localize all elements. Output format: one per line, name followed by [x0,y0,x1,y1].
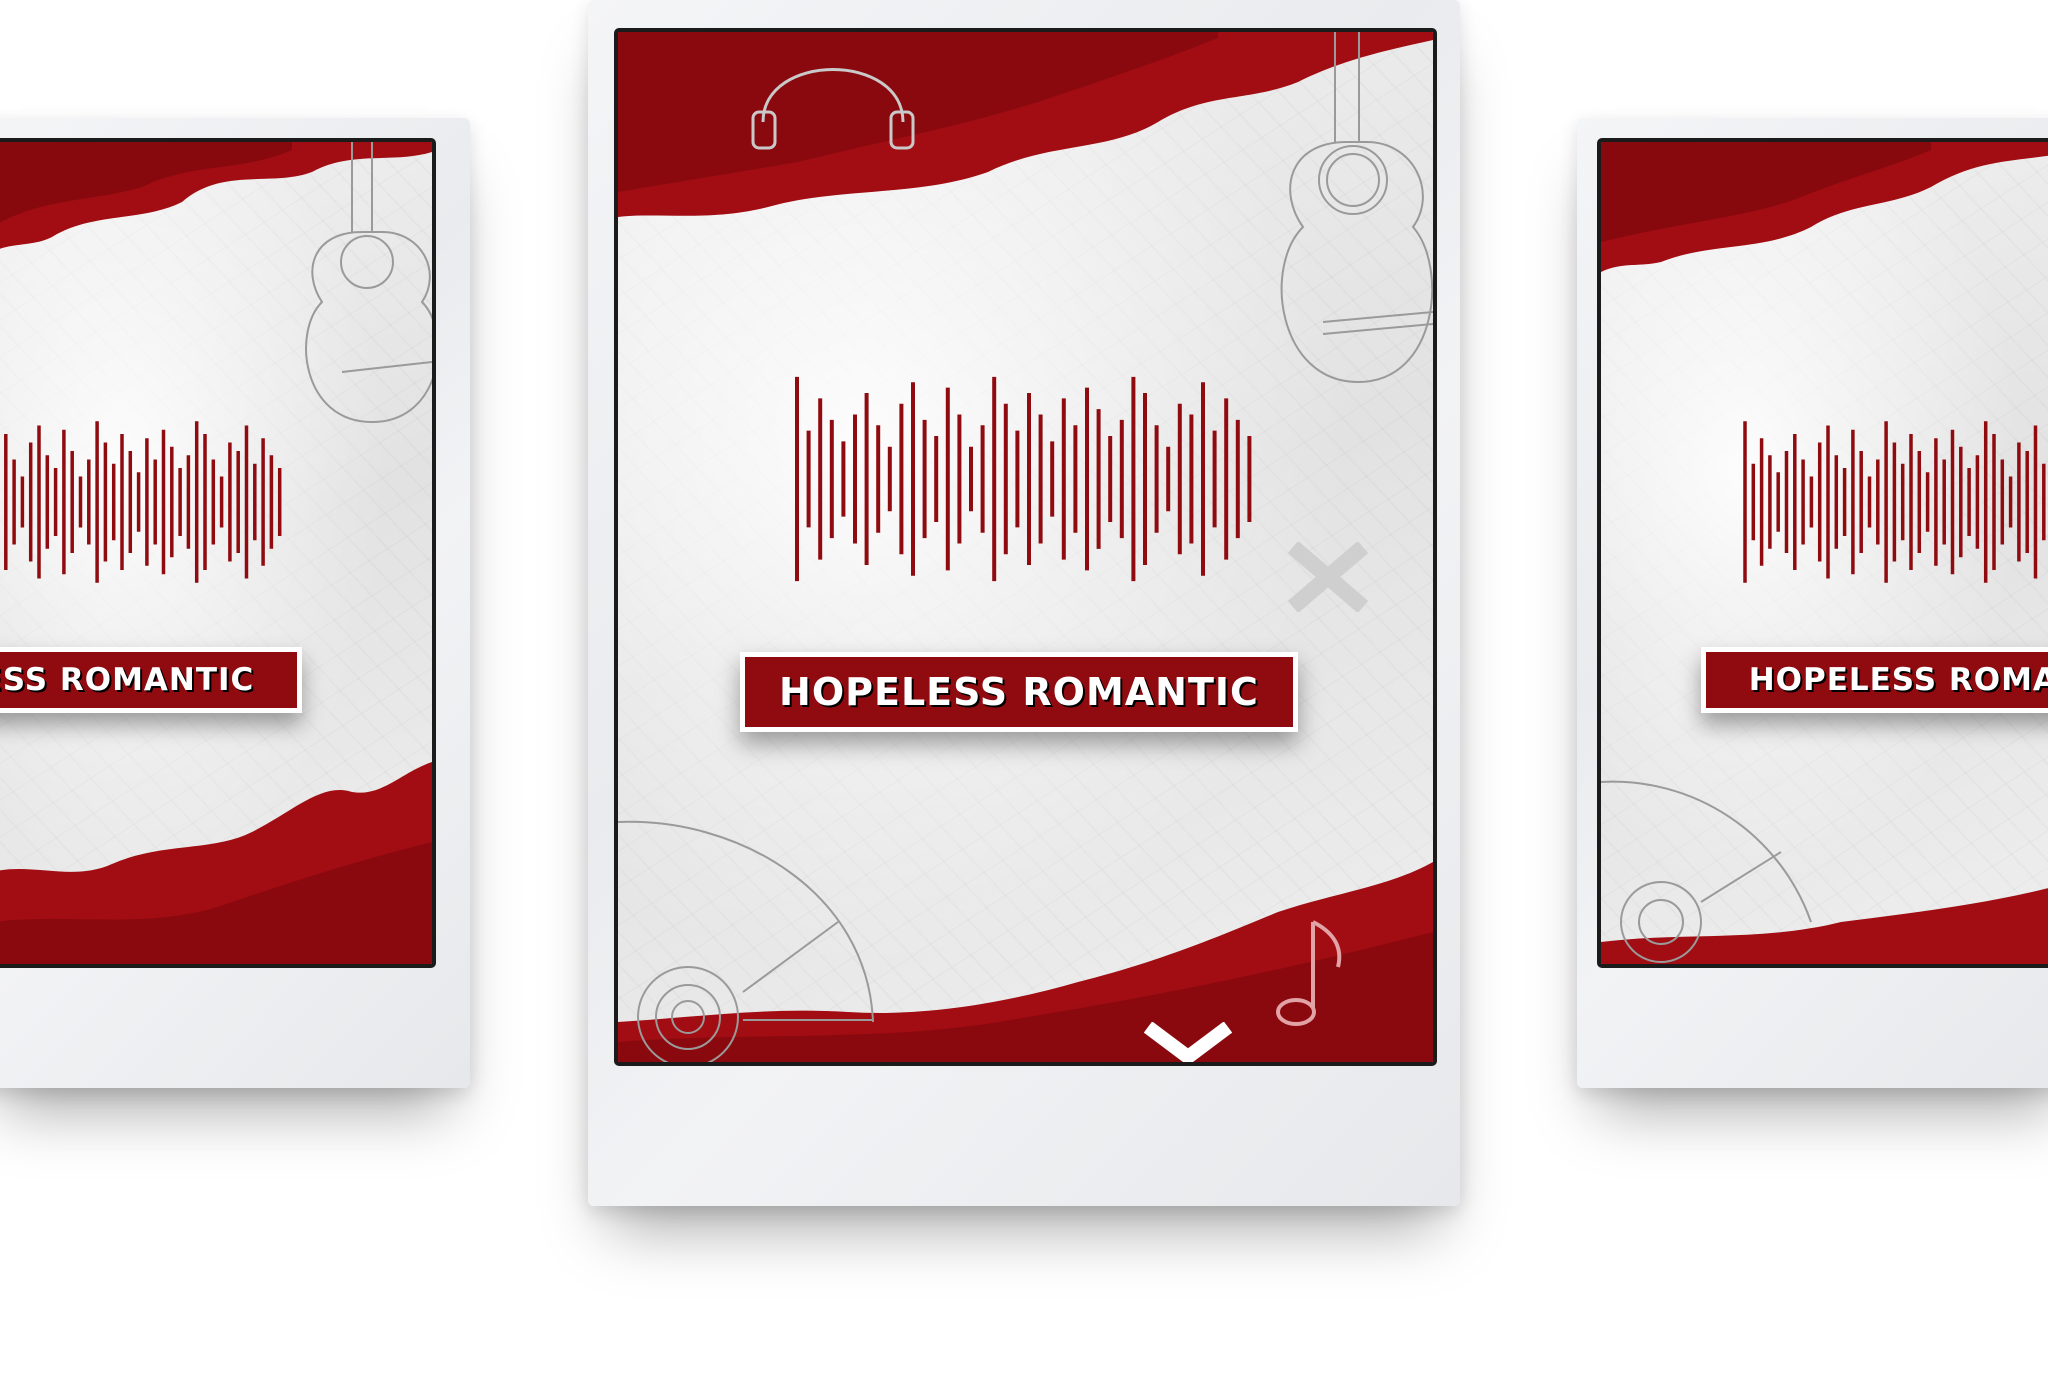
poster-title: HOPELESS ROMANTIC [779,670,1259,714]
waveform [795,376,1252,582]
poster-title: HOPELESS ROMANTIC [0,662,255,698]
poster-right: HOPELESS ROMANTIC [1597,138,2048,968]
music-note-icon [1276,920,1342,1026]
title-banner: HOPELESS ROMANTIC [0,647,302,713]
poster-center: HOPELESS ROMANTIC [614,28,1437,1066]
guitar-icon [305,142,432,424]
guitar-icon [1280,32,1433,384]
title-banner: HOPELESS ROMANTIC [740,652,1298,732]
vinyl-disc-icon [1601,780,1812,963]
polaroid-right: HOPELESS ROMANTIC [1577,118,2048,1088]
title-banner: HOPELESS ROMANTIC [1701,647,2048,713]
poster-left: HOPELESS ROMANTIC [0,138,436,968]
polaroid-center: HOPELESS ROMANTIC [588,0,1460,1206]
polaroid-left: HOPELESS ROMANTIC [0,118,470,1088]
headphones-icon [751,68,915,150]
poster-title: HOPELESS ROMANTIC [1748,662,2048,698]
waveform [1743,421,2046,583]
chevron-down-icon [1143,1022,1233,1062]
waveform [4,421,282,583]
vinyl-disc-icon [618,820,874,1062]
x-mark-icon [1287,542,1369,612]
